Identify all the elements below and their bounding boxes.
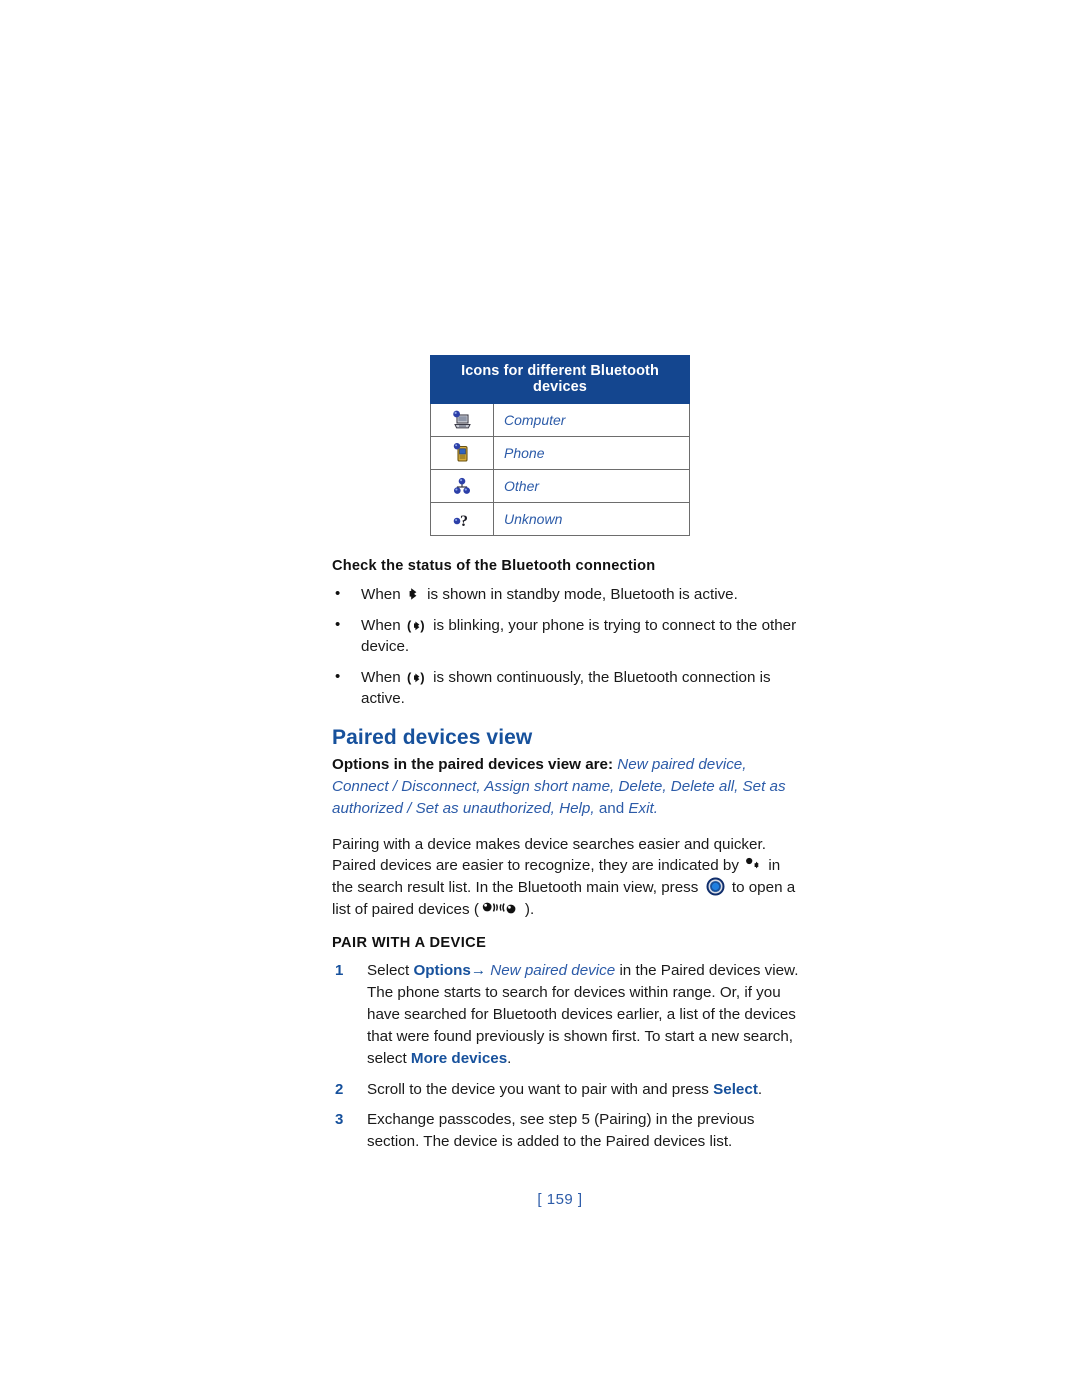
list-item: When ( ) is shown continuously, the Blue… — [332, 666, 802, 710]
table-header-row: Icons for different Bluetooth devices — [430, 355, 690, 404]
list-item: When ( ) is blinking, your phone is tryi… — [332, 614, 802, 658]
list-item: 1 Select Options→ New paired device in t… — [332, 960, 802, 1069]
table-row: Phone — [430, 436, 690, 470]
page-content: Icons for different Bluetooth devices Co… — [332, 355, 802, 1208]
step-number: 1 — [335, 962, 344, 980]
paired-device-mark-icon — [745, 857, 762, 872]
unknown-device-icon: ? — [450, 507, 474, 531]
bullet-text-before: When — [361, 668, 401, 686]
pair-with-device-heading: PAIR WITH A DEVICE — [332, 935, 487, 952]
navi-key-icon — [706, 877, 725, 896]
step-number: 2 — [335, 1080, 344, 1098]
table-header-title: Icons for different Bluetooth devices — [430, 355, 690, 404]
step-italic-new-paired-device: New paired device — [490, 962, 616, 980]
page-title: Paired devices view — [332, 725, 533, 749]
svg-text:?: ? — [460, 513, 468, 530]
page-number: [ 159 ] — [537, 1191, 583, 1209]
pair-steps-list: 1 Select Options→ New paired device in t… — [332, 960, 802, 1153]
step-text-1: Select — [367, 962, 410, 980]
options-and-text: and — [598, 799, 625, 817]
bluetooth-connecting-icon: ( ) — [407, 617, 427, 633]
table-cell-icon: ? — [430, 502, 494, 536]
svg-text:): ) — [420, 618, 424, 633]
list-item: When is shown in standby mode, Bluetooth… — [332, 583, 802, 606]
bluetooth-connected-icon: ( ) — [407, 669, 427, 685]
step-number: 3 — [335, 1111, 344, 1129]
table-cell-label: Unknown — [493, 502, 690, 536]
table-cell-label: Other — [493, 469, 690, 503]
table-head: Icons for different Bluetooth devices — [430, 355, 690, 404]
step-text-1: Exchange passcodes, see step 5 (Pairing)… — [367, 1111, 755, 1151]
list-item: 3 Exchange passcodes, see step 5 (Pairin… — [332, 1109, 802, 1153]
table-body: Computer Phone Other ? Unknown — [430, 403, 690, 536]
step-bold-more-devices: More devices — [410, 1049, 508, 1067]
paired-devices-list-icon — [481, 901, 523, 916]
table-cell-icon — [430, 436, 494, 470]
table-cell-label: Computer — [493, 403, 690, 437]
table-cell-label: Phone — [493, 436, 690, 470]
step-bold-select: Select — [713, 1080, 758, 1098]
options-lead-text: Options in the paired devices view are: — [332, 755, 614, 773]
step-arrow: → — [470, 962, 487, 980]
table-row: ? Unknown — [430, 502, 690, 536]
pairing-text-part4: ). — [524, 901, 535, 919]
document-page: Icons for different Bluetooth devices Co… — [0, 0, 1080, 1397]
bullet-text-before: When — [361, 586, 401, 603]
table-row: Computer — [430, 403, 690, 437]
bullet-text-before: When — [361, 616, 401, 634]
other-device-icon — [450, 474, 474, 498]
step-bold-options: Options — [413, 962, 471, 980]
svg-text:(: ( — [407, 670, 412, 685]
list-item: 2 Scroll to the device you want to pair … — [332, 1079, 802, 1101]
bluetooth-standby-icon — [407, 586, 421, 602]
table-cell-icon — [430, 403, 494, 437]
computer-device-icon — [450, 408, 474, 432]
options-paragraph: Options in the paired devices view are: … — [332, 754, 802, 820]
step-text-2: . — [757, 1080, 763, 1098]
status-bullet-list: When is shown in standby mode, Bluetooth… — [332, 583, 802, 710]
bluetooth-device-icons-table: Icons for different Bluetooth devices Co… — [430, 355, 690, 536]
phone-device-icon — [450, 441, 474, 465]
step-text-1: Scroll to the device you want to pair wi… — [367, 1080, 709, 1098]
status-section-heading: Check the status of the Bluetooth connec… — [332, 558, 656, 574]
pairing-description-paragraph: Pairing with a device makes device searc… — [332, 834, 802, 922]
step-text-3: . — [507, 1049, 512, 1067]
bullet-text-after: is shown in standby mode, Bluetooth is a… — [427, 586, 738, 603]
options-last-text: Exit. — [628, 799, 658, 817]
pairing-text-part1: Pairing with a device makes device searc… — [332, 835, 766, 875]
svg-text:): ) — [420, 670, 424, 685]
table-row: Other — [430, 469, 690, 503]
table-cell-icon — [430, 469, 494, 503]
svg-text:(: ( — [407, 618, 412, 633]
